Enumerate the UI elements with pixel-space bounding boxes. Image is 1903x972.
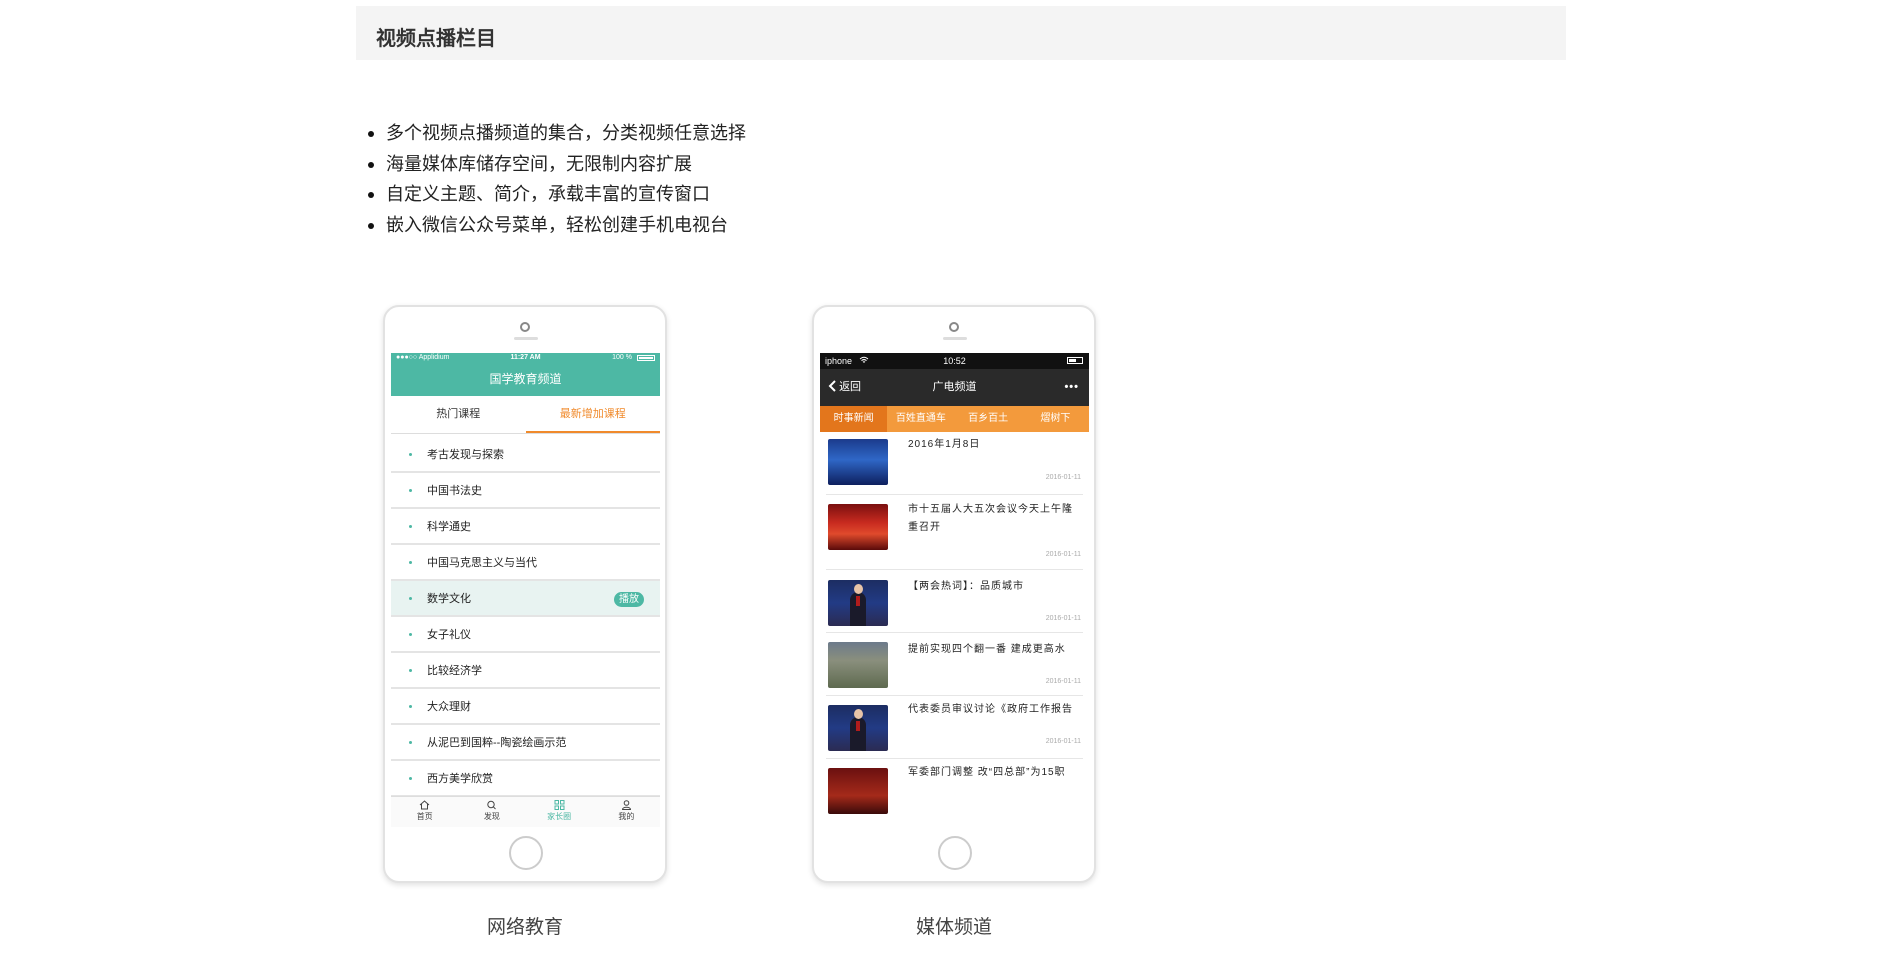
tab-tree[interactable]: 熠树下 bbox=[1022, 406, 1089, 432]
tab-news[interactable]: 时事新闻 bbox=[820, 406, 888, 432]
home-icon bbox=[419, 800, 430, 810]
news-item[interactable]: 提前实现四个翻一番 建成更高水 2016-01-11 bbox=[826, 633, 1083, 696]
tab-villages[interactable]: 百乡百土 bbox=[955, 406, 1022, 432]
news-item[interactable]: 代表委员审议讨论《政府工作报告 2016-01-11 bbox=[826, 696, 1083, 759]
feature-list: 多个视频点播频道的集合，分类视频任意选择 海量媒体库储存空间，无限制内容扩展 自… bbox=[368, 118, 746, 240]
phone-mockup-media: iphone 10:52 返回 广电频道 ••• 时事新闻 百姓直通车 百乡百土… bbox=[812, 305, 1096, 883]
home-button bbox=[509, 836, 543, 870]
feature-item: 自定义主题、简介，承载丰富的宣传窗口 bbox=[368, 179, 746, 210]
category-tabs: 时事新闻 百姓直通车 百乡百土 熠树下 bbox=[820, 406, 1089, 432]
tab-hot-courses[interactable]: 热门课程 bbox=[391, 396, 526, 433]
more-icon[interactable]: ••• bbox=[1064, 369, 1079, 406]
news-thumbnail bbox=[828, 439, 888, 485]
news-thumbnail bbox=[828, 642, 888, 688]
section-header: 视频点播栏目 bbox=[356, 6, 1566, 60]
user-icon bbox=[621, 800, 631, 810]
nav-parents[interactable]: 家长圈 bbox=[526, 797, 593, 827]
course-item[interactable]: 从泥巴到国粹--陶瓷绘画示范 bbox=[391, 725, 660, 761]
tab-citizen[interactable]: 百姓直通车 bbox=[887, 406, 954, 432]
course-item[interactable]: 中国马克思主义与当代 bbox=[391, 545, 660, 581]
course-item[interactable]: 西方美学欣赏 bbox=[391, 761, 660, 797]
phone-caption-media: 媒体频道 bbox=[915, 917, 992, 938]
play-badge[interactable]: 播放 bbox=[614, 592, 644, 607]
phone-screen: ●●●○○ Applidium 11:27 AM 100 % 国学教育频道 热门… bbox=[391, 353, 660, 827]
course-item[interactable]: 科学通史 bbox=[391, 509, 660, 545]
camera-icon bbox=[520, 322, 530, 332]
grid-icon bbox=[554, 800, 565, 810]
status-bar: ●●●○○ Applidium 11:27 AM 100 % bbox=[391, 353, 660, 363]
nav-discover[interactable]: 发现 bbox=[458, 797, 525, 827]
camera-icon bbox=[949, 322, 959, 332]
news-item[interactable]: 2016年1月8日 2016-01-11 bbox=[826, 432, 1083, 495]
course-item-active[interactable]: 数学文化 播放 bbox=[391, 581, 660, 617]
speaker-grille bbox=[943, 337, 967, 340]
home-button bbox=[938, 836, 972, 870]
course-item[interactable]: 中国书法史 bbox=[391, 473, 660, 509]
bottom-nav: 首页 发现 家长圈 我的 bbox=[391, 796, 660, 827]
nav-me[interactable]: 我的 bbox=[593, 797, 660, 827]
news-thumbnail bbox=[828, 768, 888, 814]
feature-item: 多个视频点播频道的集合，分类视频任意选择 bbox=[368, 118, 746, 149]
phone-caption-education: 网络教育 bbox=[486, 917, 563, 938]
feature-item: 嵌入微信公众号菜单，轻松创建手机电视台 bbox=[368, 210, 746, 241]
speaker-grille bbox=[514, 337, 538, 340]
news-thumbnail bbox=[828, 705, 888, 751]
tab-new-courses[interactable]: 最新增加课程 bbox=[525, 396, 660, 433]
news-thumbnail bbox=[828, 580, 888, 626]
phone-screen: iphone 10:52 返回 广电频道 ••• 时事新闻 百姓直通车 百乡百土… bbox=[820, 353, 1089, 827]
course-item[interactable]: 比较经济学 bbox=[391, 653, 660, 689]
status-bar: iphone 10:52 bbox=[820, 353, 1089, 369]
phone-mockup-education: ●●●○○ Applidium 11:27 AM 100 % 国学教育频道 热门… bbox=[383, 305, 667, 883]
battery-icon bbox=[1067, 357, 1083, 364]
nav-home[interactable]: 首页 bbox=[391, 797, 458, 827]
course-item[interactable]: 女子礼仪 bbox=[391, 617, 660, 653]
clock: 10:52 bbox=[943, 356, 966, 366]
section-title: 视频点播栏目 bbox=[376, 28, 496, 50]
battery-icon bbox=[637, 355, 655, 361]
news-thumbnail bbox=[828, 504, 888, 550]
feature-item: 海量媒体库储存空间，无限制内容扩展 bbox=[368, 149, 746, 180]
course-item[interactable]: 考古发现与探索 bbox=[391, 437, 660, 473]
news-list: 2016年1月8日 2016-01-11 市十五届人大五次会议今天上午隆重召开 … bbox=[820, 432, 1089, 814]
course-item[interactable]: 大众理财 bbox=[391, 689, 660, 725]
app-title: 广电频道 bbox=[932, 381, 977, 393]
search-icon bbox=[487, 800, 497, 810]
news-item[interactable]: 军委部门调整 改“四总部”为15职 bbox=[826, 759, 1083, 814]
battery-label: 100 % bbox=[612, 354, 632, 361]
news-item[interactable]: 【两会热词】：品质城市 2016-01-11 bbox=[826, 570, 1083, 633]
course-list: 考古发现与探索 中国书法史 科学通史 中国马克思主义与当代 数学文化 播放 女子礼… bbox=[391, 434, 660, 797]
course-tabs: 热门课程 最新增加课程 bbox=[391, 396, 660, 434]
app-title: 国学教育频道 bbox=[391, 363, 660, 396]
app-header: 返回 广电频道 ••• bbox=[820, 369, 1089, 406]
news-item[interactable]: 市十五届人大五次会议今天上午隆重召开 2016-01-11 bbox=[826, 495, 1083, 570]
